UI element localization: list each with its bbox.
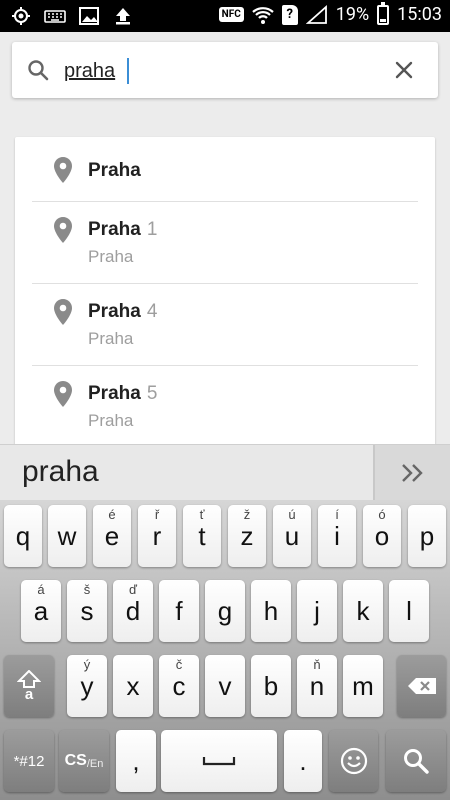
- backspace-key[interactable]: [397, 655, 446, 717]
- shift-key-label: a: [24, 686, 34, 703]
- key-n[interactable]: ňn: [297, 655, 337, 717]
- key-m[interactable]: m: [343, 655, 383, 717]
- key-p[interactable]: p: [408, 505, 446, 567]
- result-item[interactable]: Praha 1 Praha: [15, 202, 435, 283]
- symbols-key[interactable]: *#12: [4, 730, 54, 792]
- sim-icon: ?: [281, 4, 298, 25]
- key-f[interactable]: f: [159, 580, 199, 642]
- location-pin-icon: [54, 299, 72, 325]
- result-subtitle: Praha: [88, 329, 134, 348]
- result-title: Praha: [88, 301, 141, 322]
- result-item[interactable]: Praha: [15, 137, 435, 201]
- key-y[interactable]: ýy: [67, 655, 107, 717]
- location-pin-icon: [54, 157, 72, 183]
- upload-icon: [112, 6, 134, 26]
- text-cursor: [127, 58, 129, 84]
- space-bar-icon: [202, 757, 236, 766]
- key-t[interactable]: ťt: [183, 505, 221, 567]
- wifi-icon: [252, 5, 274, 25]
- result-title: Praha: [88, 160, 141, 181]
- battery-percent: 19%: [335, 4, 370, 25]
- clear-icon[interactable]: [394, 60, 414, 80]
- key-e[interactable]: ée: [93, 505, 131, 567]
- suggestion-strip: praha: [0, 444, 450, 501]
- key-k[interactable]: k: [343, 580, 383, 642]
- keyboard: q w ée řr ťt žz úu íi óo p áa šs ďd f g …: [0, 500, 450, 800]
- key-w[interactable]: w: [48, 505, 86, 567]
- result-subtitle: Praha: [88, 411, 134, 430]
- status-bar: NFC ? 19% 15:03: [0, 0, 450, 32]
- key-a[interactable]: áa: [21, 580, 61, 642]
- search-icon[interactable]: [26, 58, 50, 82]
- key-b[interactable]: b: [251, 655, 291, 717]
- result-number: 4: [146, 301, 158, 322]
- image-icon: [78, 6, 100, 26]
- space-key[interactable]: [161, 730, 277, 792]
- nfc-icon: NFC: [218, 7, 244, 22]
- result-item[interactable]: Praha 5 Praha: [15, 366, 435, 447]
- key-u[interactable]: úu: [273, 505, 311, 567]
- emoji-key[interactable]: [329, 730, 378, 792]
- suggestion-word[interactable]: praha: [22, 455, 99, 489]
- key-g[interactable]: g: [205, 580, 245, 642]
- result-item[interactable]: Praha 4 Praha: [15, 284, 435, 365]
- language-key[interactable]: CS/En: [59, 730, 109, 792]
- key-l[interactable]: l: [389, 580, 429, 642]
- search-icon: [404, 749, 429, 774]
- result-subtitle: Praha: [88, 247, 134, 266]
- location-pin-icon: [54, 217, 72, 243]
- backspace-icon: [407, 678, 436, 694]
- location-pin-icon: [54, 381, 72, 407]
- results-list: Praha Praha 1 Praha Praha 4 Praha Praha 5 P…: [15, 137, 435, 447]
- more-suggestions-button[interactable]: [373, 445, 450, 501]
- key-j[interactable]: j: [297, 580, 337, 642]
- clock: 15:03: [397, 4, 442, 25]
- smiley-icon: [340, 747, 367, 775]
- key-d[interactable]: ďd: [113, 580, 153, 642]
- key-s[interactable]: šs: [67, 580, 107, 642]
- key-q[interactable]: q: [4, 505, 42, 567]
- result-number: 1: [146, 219, 158, 240]
- gps-icon: [10, 6, 32, 26]
- search-bar: [12, 42, 438, 98]
- result-title: Praha: [88, 383, 141, 404]
- search-key[interactable]: [386, 730, 446, 792]
- search-input[interactable]: [62, 54, 366, 88]
- key-z[interactable]: žz: [228, 505, 266, 567]
- key-i[interactable]: íi: [318, 505, 356, 567]
- period-key[interactable]: .: [284, 730, 322, 792]
- keyboard-icon: [44, 6, 66, 26]
- signal-icon: [305, 4, 328, 25]
- comma-key[interactable]: ,: [116, 730, 156, 792]
- key-x[interactable]: x: [113, 655, 153, 717]
- shift-key[interactable]: a: [4, 655, 54, 717]
- key-v[interactable]: v: [205, 655, 245, 717]
- battery-icon: [377, 1, 390, 25]
- result-number: 5: [146, 383, 158, 404]
- key-c[interactable]: čc: [159, 655, 199, 717]
- result-title: Praha: [88, 219, 141, 240]
- key-o[interactable]: óo: [363, 505, 401, 567]
- key-r[interactable]: řr: [138, 505, 176, 567]
- key-h[interactable]: h: [251, 580, 291, 642]
- double-chevron-right-icon: [401, 464, 423, 482]
